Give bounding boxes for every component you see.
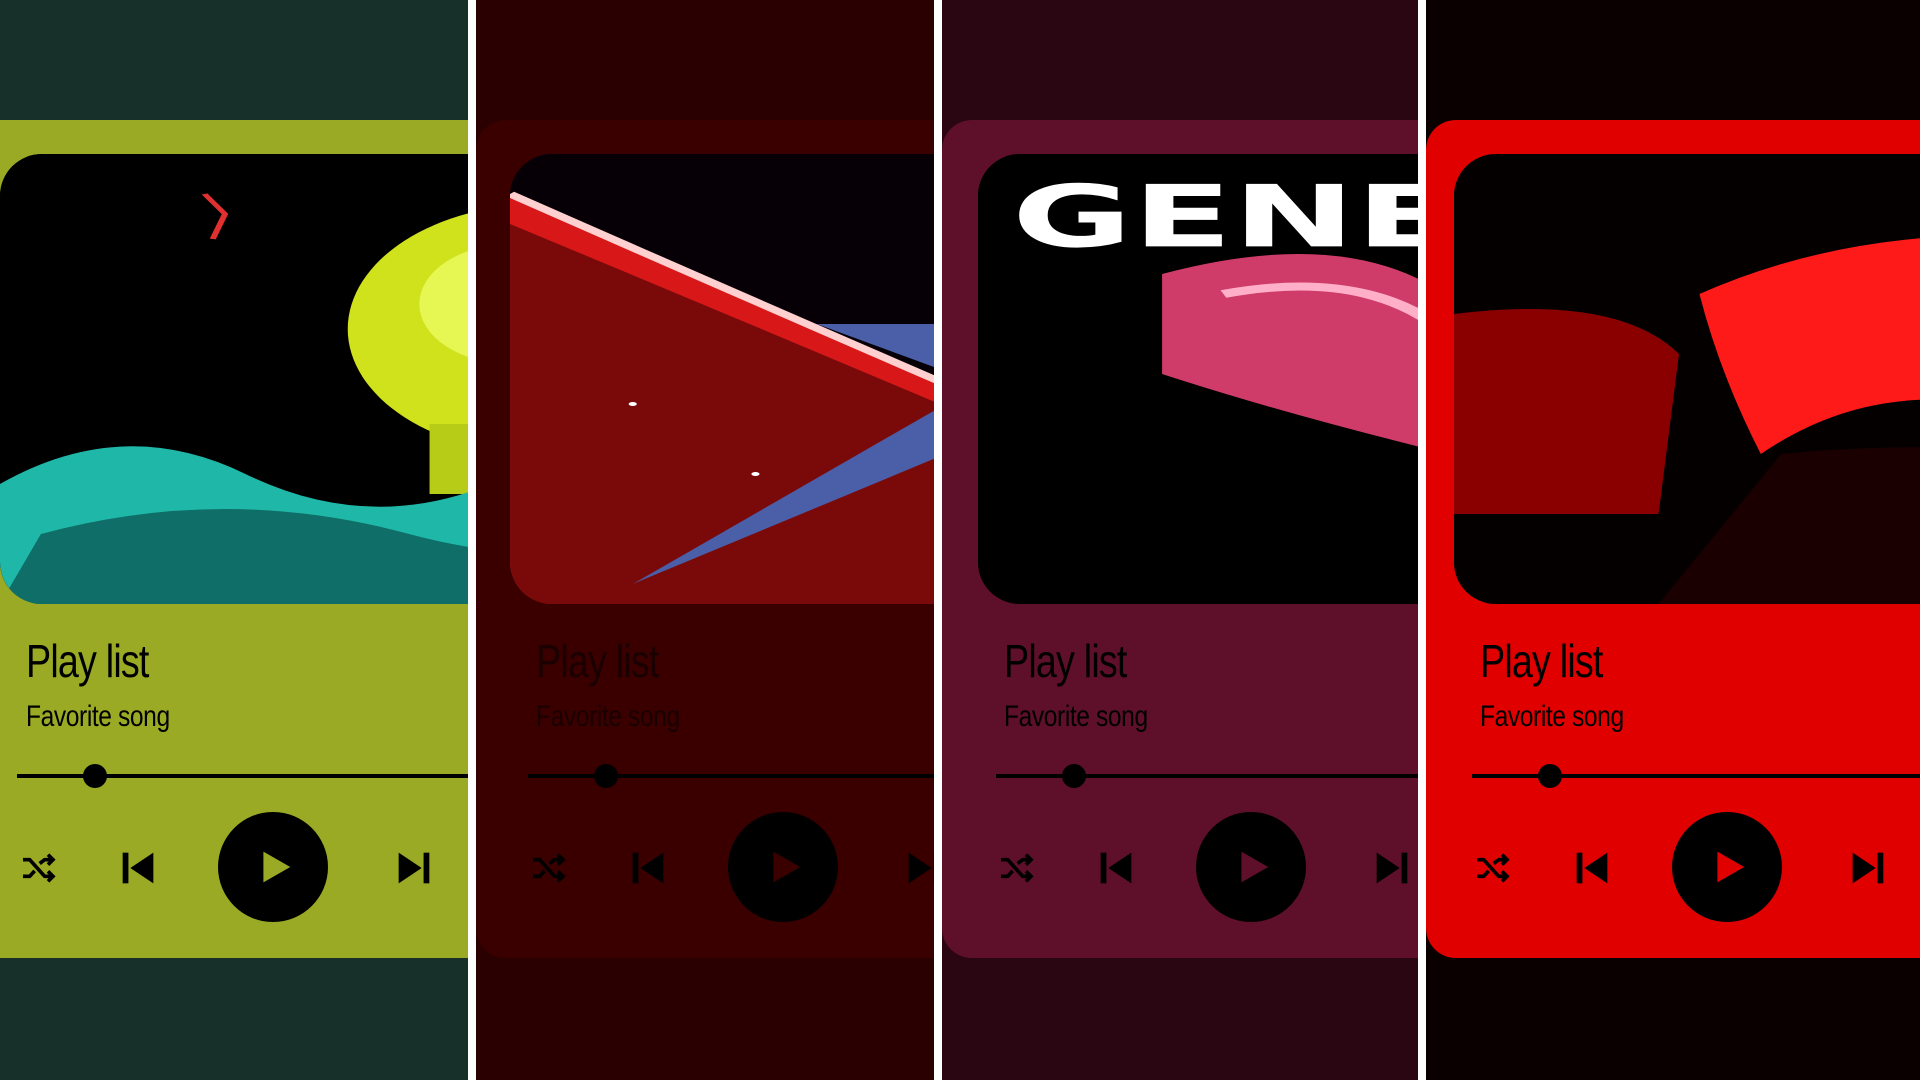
- chrome-star-planet-artwork: [510, 154, 934, 604]
- shuffle-icon[interactable]: [524, 844, 572, 892]
- playlist-title: Play list: [536, 635, 659, 687]
- player-card: Play list Favorite song: [476, 120, 934, 958]
- progress-bar[interactable]: [1472, 764, 1920, 788]
- shuffle-icon[interactable]: [992, 844, 1040, 892]
- play-button[interactable]: [1196, 812, 1306, 922]
- player-panel-lime: Play list Favorite song: [0, 0, 468, 1080]
- art-text: GENESIS 30: [1012, 167, 1418, 267]
- chrome-head-artwork: [0, 154, 468, 604]
- playback-controls: [1454, 812, 1920, 934]
- playback-controls: [510, 812, 934, 934]
- play-button[interactable]: [1672, 812, 1782, 922]
- panel-divider: [468, 0, 476, 1080]
- play-button[interactable]: [728, 812, 838, 922]
- player-panel-wine: GENESIS 30 Play list Favorite song: [942, 0, 1418, 1080]
- shuffle-icon[interactable]: [1468, 844, 1516, 892]
- next-icon[interactable]: [1366, 842, 1418, 894]
- song-subtitle: Favorite song: [26, 700, 170, 733]
- play-icon: [1241, 851, 1269, 883]
- album-art: [1454, 154, 1920, 604]
- panel-divider: [1418, 0, 1426, 1080]
- play-icon: [1717, 851, 1745, 883]
- next-icon[interactable]: [388, 842, 440, 894]
- player-card: GENESIS 30 Play list Favorite song: [942, 120, 1418, 958]
- progress-thumb[interactable]: [1062, 764, 1086, 788]
- progress-thumb[interactable]: [594, 764, 618, 788]
- progress-bar[interactable]: [528, 764, 934, 788]
- playlist-title: Play list: [1480, 635, 1603, 687]
- previous-icon[interactable]: [112, 842, 164, 894]
- song-subtitle: Favorite song: [1004, 700, 1148, 733]
- album-art: GENESIS 30: [978, 154, 1418, 604]
- playback-controls: [0, 812, 468, 934]
- progress-thumb[interactable]: [1538, 764, 1562, 788]
- play-icon: [263, 851, 291, 883]
- song-subtitle: Favorite song: [1480, 700, 1624, 733]
- album-art: [510, 154, 934, 604]
- album-art: [0, 154, 468, 604]
- previous-icon[interactable]: [1566, 842, 1618, 894]
- previous-icon[interactable]: [622, 842, 674, 894]
- player-card: Play list Favorite song: [0, 120, 468, 958]
- player-panel-red: Play list Favorite song: [1426, 0, 1920, 1080]
- play-icon: [773, 851, 801, 883]
- playlist-title: Play list: [26, 635, 149, 687]
- playlist-title: Play list: [1004, 635, 1127, 687]
- play-button[interactable]: [218, 812, 328, 922]
- playback-controls: [978, 812, 1418, 934]
- song-subtitle: Favorite song: [536, 700, 680, 733]
- shuffle-icon[interactable]: [14, 844, 62, 892]
- player-card: Play list Favorite song: [1426, 120, 1920, 958]
- progress-bar[interactable]: [17, 764, 468, 788]
- previous-icon[interactable]: [1090, 842, 1142, 894]
- panel-divider: [934, 0, 942, 1080]
- red-figure-artwork: [1454, 154, 1920, 604]
- next-icon[interactable]: [1842, 842, 1894, 894]
- progress-bar[interactable]: [996, 764, 1418, 788]
- mesh-sculpture-artwork: GENESIS 30: [978, 154, 1418, 604]
- next-icon[interactable]: [898, 842, 934, 894]
- player-panel-maroon: Play list Favorite song: [476, 0, 934, 1080]
- progress-thumb[interactable]: [83, 764, 107, 788]
